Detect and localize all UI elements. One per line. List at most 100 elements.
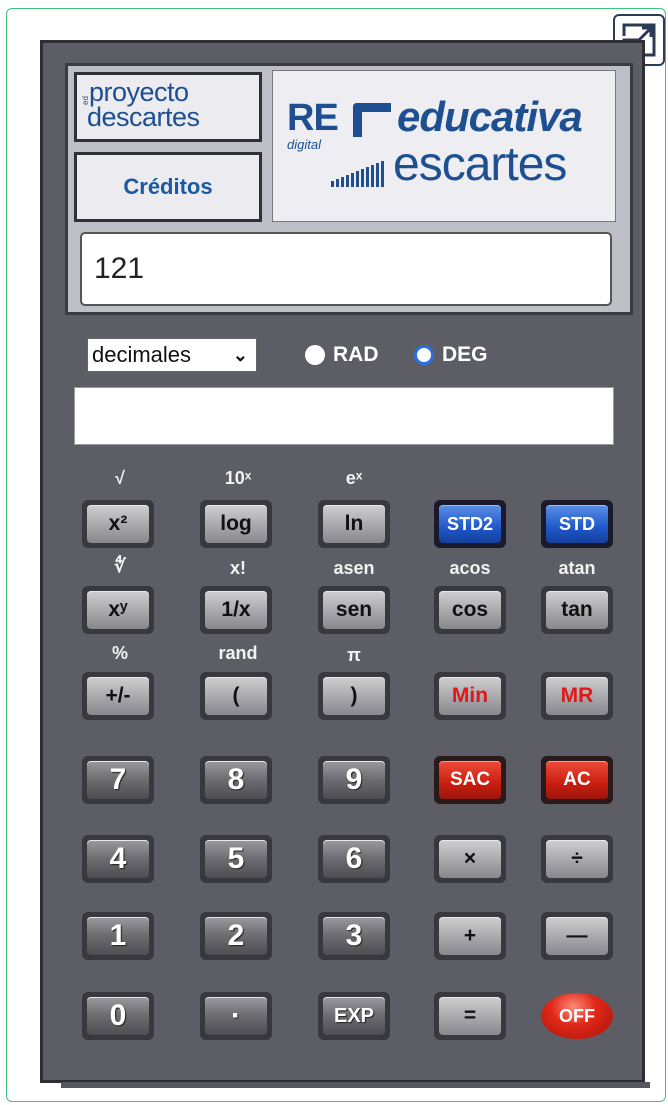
digit-0-button[interactable]: 0 xyxy=(82,992,154,1040)
digit-7-button[interactable]: 7 xyxy=(82,756,154,804)
plus-minus-label: +/- xyxy=(87,677,149,715)
ln-button[interactable]: ln xyxy=(318,500,390,548)
creditos-button[interactable]: Créditos xyxy=(74,152,262,222)
log-label: log xyxy=(205,505,267,543)
digit-4-label: 4 xyxy=(87,840,149,878)
subtract-button[interactable]: — xyxy=(541,912,613,960)
divide-button[interactable]: ÷ xyxy=(541,835,613,883)
red-digital-text: digital xyxy=(287,137,321,152)
close-paren-label: ) xyxy=(323,677,385,715)
equals-label: = xyxy=(439,997,501,1035)
digit-5-label: 5 xyxy=(205,840,267,878)
format-select-value: decimales xyxy=(92,342,192,367)
ac-button[interactable]: AC xyxy=(541,756,613,804)
open-paren-label: ( xyxy=(205,677,267,715)
radio-deg[interactable]: DEG xyxy=(414,338,488,372)
sen-label: sen xyxy=(323,591,385,629)
digit-5-button[interactable]: 5 xyxy=(200,835,272,883)
digit-6-label: 6 xyxy=(323,840,385,878)
square-label: x² xyxy=(87,505,149,543)
log-button[interactable]: log xyxy=(200,500,272,548)
multiply-label: × xyxy=(439,840,501,878)
square-button[interactable]: x² xyxy=(82,500,154,548)
exp-button[interactable]: EXP xyxy=(318,992,390,1040)
reciprocal-button[interactable]: 1/x xyxy=(200,586,272,634)
digit-6-button[interactable]: 6 xyxy=(318,835,390,883)
red-re-text: RE xyxy=(287,97,339,139)
digit-3-button[interactable]: 3 xyxy=(318,912,390,960)
std2-button[interactable]: STD2 xyxy=(434,500,506,548)
signal-bars-icon xyxy=(331,161,384,187)
digit-2-button[interactable]: 2 xyxy=(200,912,272,960)
memory-in-button[interactable]: Min xyxy=(434,672,506,720)
add-label: + xyxy=(439,917,501,955)
descartes-text: descartes xyxy=(87,102,200,132)
red-educativa-logo[interactable]: RE educativa digital escartes xyxy=(272,70,616,222)
digit-1-button[interactable]: 1 xyxy=(82,912,154,960)
label-pi: π xyxy=(347,645,361,665)
ln-label: ln xyxy=(323,505,385,543)
sac-label: SAC xyxy=(439,761,501,799)
label-exp-pow: eˣ xyxy=(345,468,363,488)
reciprocal-label: 1/x xyxy=(205,591,267,629)
close-paren-button[interactable]: ) xyxy=(318,672,390,720)
plus-minus-button[interactable]: +/- xyxy=(82,672,154,720)
decimal-point-button[interactable]: · xyxy=(200,992,272,1040)
cos-label: cos xyxy=(439,591,501,629)
power-label: xʸ xyxy=(87,591,149,629)
chevron-down-icon: ⌄ xyxy=(232,345,248,365)
std-label: STD xyxy=(546,505,608,543)
radio-deg-circle[interactable] xyxy=(414,345,434,365)
label-ten-pow: 10ˣ xyxy=(224,468,252,488)
open-paren-button[interactable]: ( xyxy=(200,672,272,720)
main-display: 121 xyxy=(80,232,612,306)
radio-deg-label: DEG xyxy=(442,343,488,366)
secondary-display xyxy=(74,387,614,445)
digit-3-label: 3 xyxy=(323,917,385,955)
multiply-button[interactable]: × xyxy=(434,835,506,883)
label-asen: asen xyxy=(333,558,375,578)
sen-button[interactable]: sen xyxy=(318,586,390,634)
radio-rad[interactable]: RAD xyxy=(305,338,379,372)
creditos-label: Créditos xyxy=(123,174,213,199)
subtract-label: — xyxy=(546,917,608,955)
label-sqrt: √ xyxy=(115,468,125,488)
label-factorial: x! xyxy=(229,558,246,578)
red-educativa-text: educativa xyxy=(397,93,583,140)
power-button[interactable]: xʸ xyxy=(82,586,154,634)
sac-button[interactable]: SAC xyxy=(434,756,506,804)
add-button[interactable]: + xyxy=(434,912,506,960)
radio-rad-label: RAD xyxy=(333,343,379,366)
cos-button[interactable]: cos xyxy=(434,586,506,634)
std2-label: STD2 xyxy=(439,505,501,543)
digit-1-label: 1 xyxy=(87,917,149,955)
calculator-header: ed proyecto descartes Créditos RE educat… xyxy=(65,63,633,315)
format-select[interactable]: decimales ⌄ xyxy=(87,338,257,372)
digit-2-label: 2 xyxy=(205,917,267,955)
memory-recall-button[interactable]: MR xyxy=(541,672,613,720)
proyecto-descartes-logo[interactable]: ed proyecto descartes xyxy=(74,72,262,142)
digit-8-button[interactable]: 8 xyxy=(200,756,272,804)
memory-recall-label: MR xyxy=(546,677,608,715)
exp-label: EXP xyxy=(323,997,385,1035)
label-rand: rand xyxy=(218,643,258,663)
digit-9-button[interactable]: 9 xyxy=(318,756,390,804)
digit-8-label: 8 xyxy=(205,761,267,799)
label-nth-root: ∜ xyxy=(114,556,126,576)
digit-9-label: 9 xyxy=(323,761,385,799)
off-button[interactable]: OFF xyxy=(541,992,613,1040)
memory-in-label: Min xyxy=(439,677,501,715)
digit-0-label: 0 xyxy=(87,997,149,1035)
tan-label: tan xyxy=(546,591,608,629)
std-button[interactable]: STD xyxy=(541,500,613,548)
radio-rad-circle[interactable] xyxy=(305,345,325,365)
off-label: OFF xyxy=(541,993,613,1039)
tan-button[interactable]: tan xyxy=(541,586,613,634)
ac-label: AC xyxy=(546,761,608,799)
label-atan: atan xyxy=(558,558,596,578)
equals-button[interactable]: = xyxy=(434,992,506,1040)
label-acos: acos xyxy=(449,558,491,578)
red-d-mark xyxy=(353,103,391,137)
red-descartes-text: escartes xyxy=(393,138,567,191)
digit-4-button[interactable]: 4 xyxy=(82,835,154,883)
